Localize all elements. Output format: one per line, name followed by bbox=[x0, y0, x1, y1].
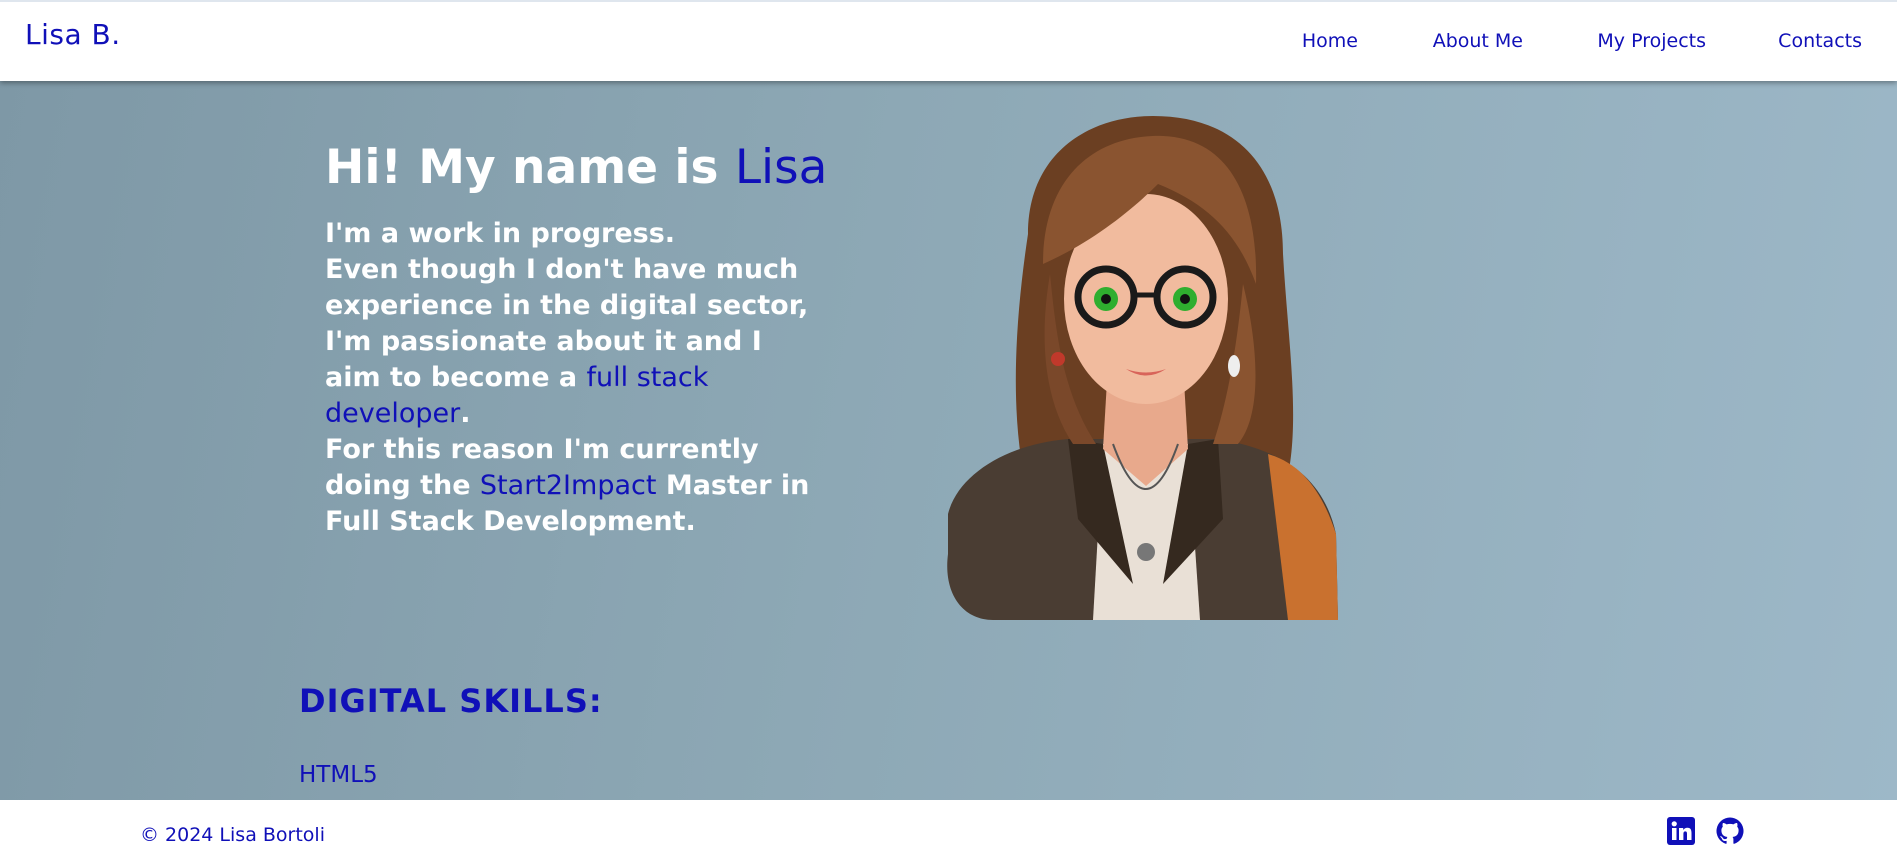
nav-home[interactable]: Home bbox=[1302, 30, 1358, 52]
github-icon[interactable] bbox=[1715, 816, 1745, 846]
nav-contacts[interactable]: Contacts bbox=[1778, 30, 1862, 52]
hero-title-name: Lisa bbox=[734, 140, 828, 195]
footer-copyright: © 2024 Lisa Bortoli bbox=[140, 824, 325, 846]
top-navbar: Lisa B. Home About Me My Projects Contac… bbox=[0, 0, 1897, 81]
skill-html5: HTML5 bbox=[299, 762, 378, 788]
intro-p2-end: . bbox=[460, 398, 471, 429]
nav-about-me[interactable]: About Me bbox=[1433, 30, 1523, 52]
intro-paragraph-2: Even though I don't have much experience… bbox=[325, 252, 815, 432]
start2impact-highlight: Start2Impact bbox=[479, 470, 657, 501]
hero-title: Hi! My name is Lisa bbox=[325, 140, 827, 195]
brand-logo-link[interactable]: Lisa B. bbox=[25, 18, 121, 51]
nav-my-projects[interactable]: My Projects bbox=[1597, 30, 1706, 52]
footer: © 2024 Lisa Bortoli bbox=[0, 800, 1897, 865]
intro-paragraph-3: For this reason I'm currently doing the … bbox=[325, 432, 815, 540]
intro-p2-text: Even though I don't have much experience… bbox=[325, 254, 809, 393]
linkedin-icon[interactable] bbox=[1666, 816, 1696, 846]
hero-intro: I'm a work in progress. Even though I do… bbox=[325, 216, 815, 540]
avatar-portrait bbox=[947, 116, 1338, 620]
intro-line-1: I'm a work in progress. bbox=[325, 218, 676, 249]
hero-title-prefix: Hi! My name is bbox=[325, 140, 735, 195]
digital-skills-heading: DIGITAL SKILLS: bbox=[299, 682, 603, 720]
